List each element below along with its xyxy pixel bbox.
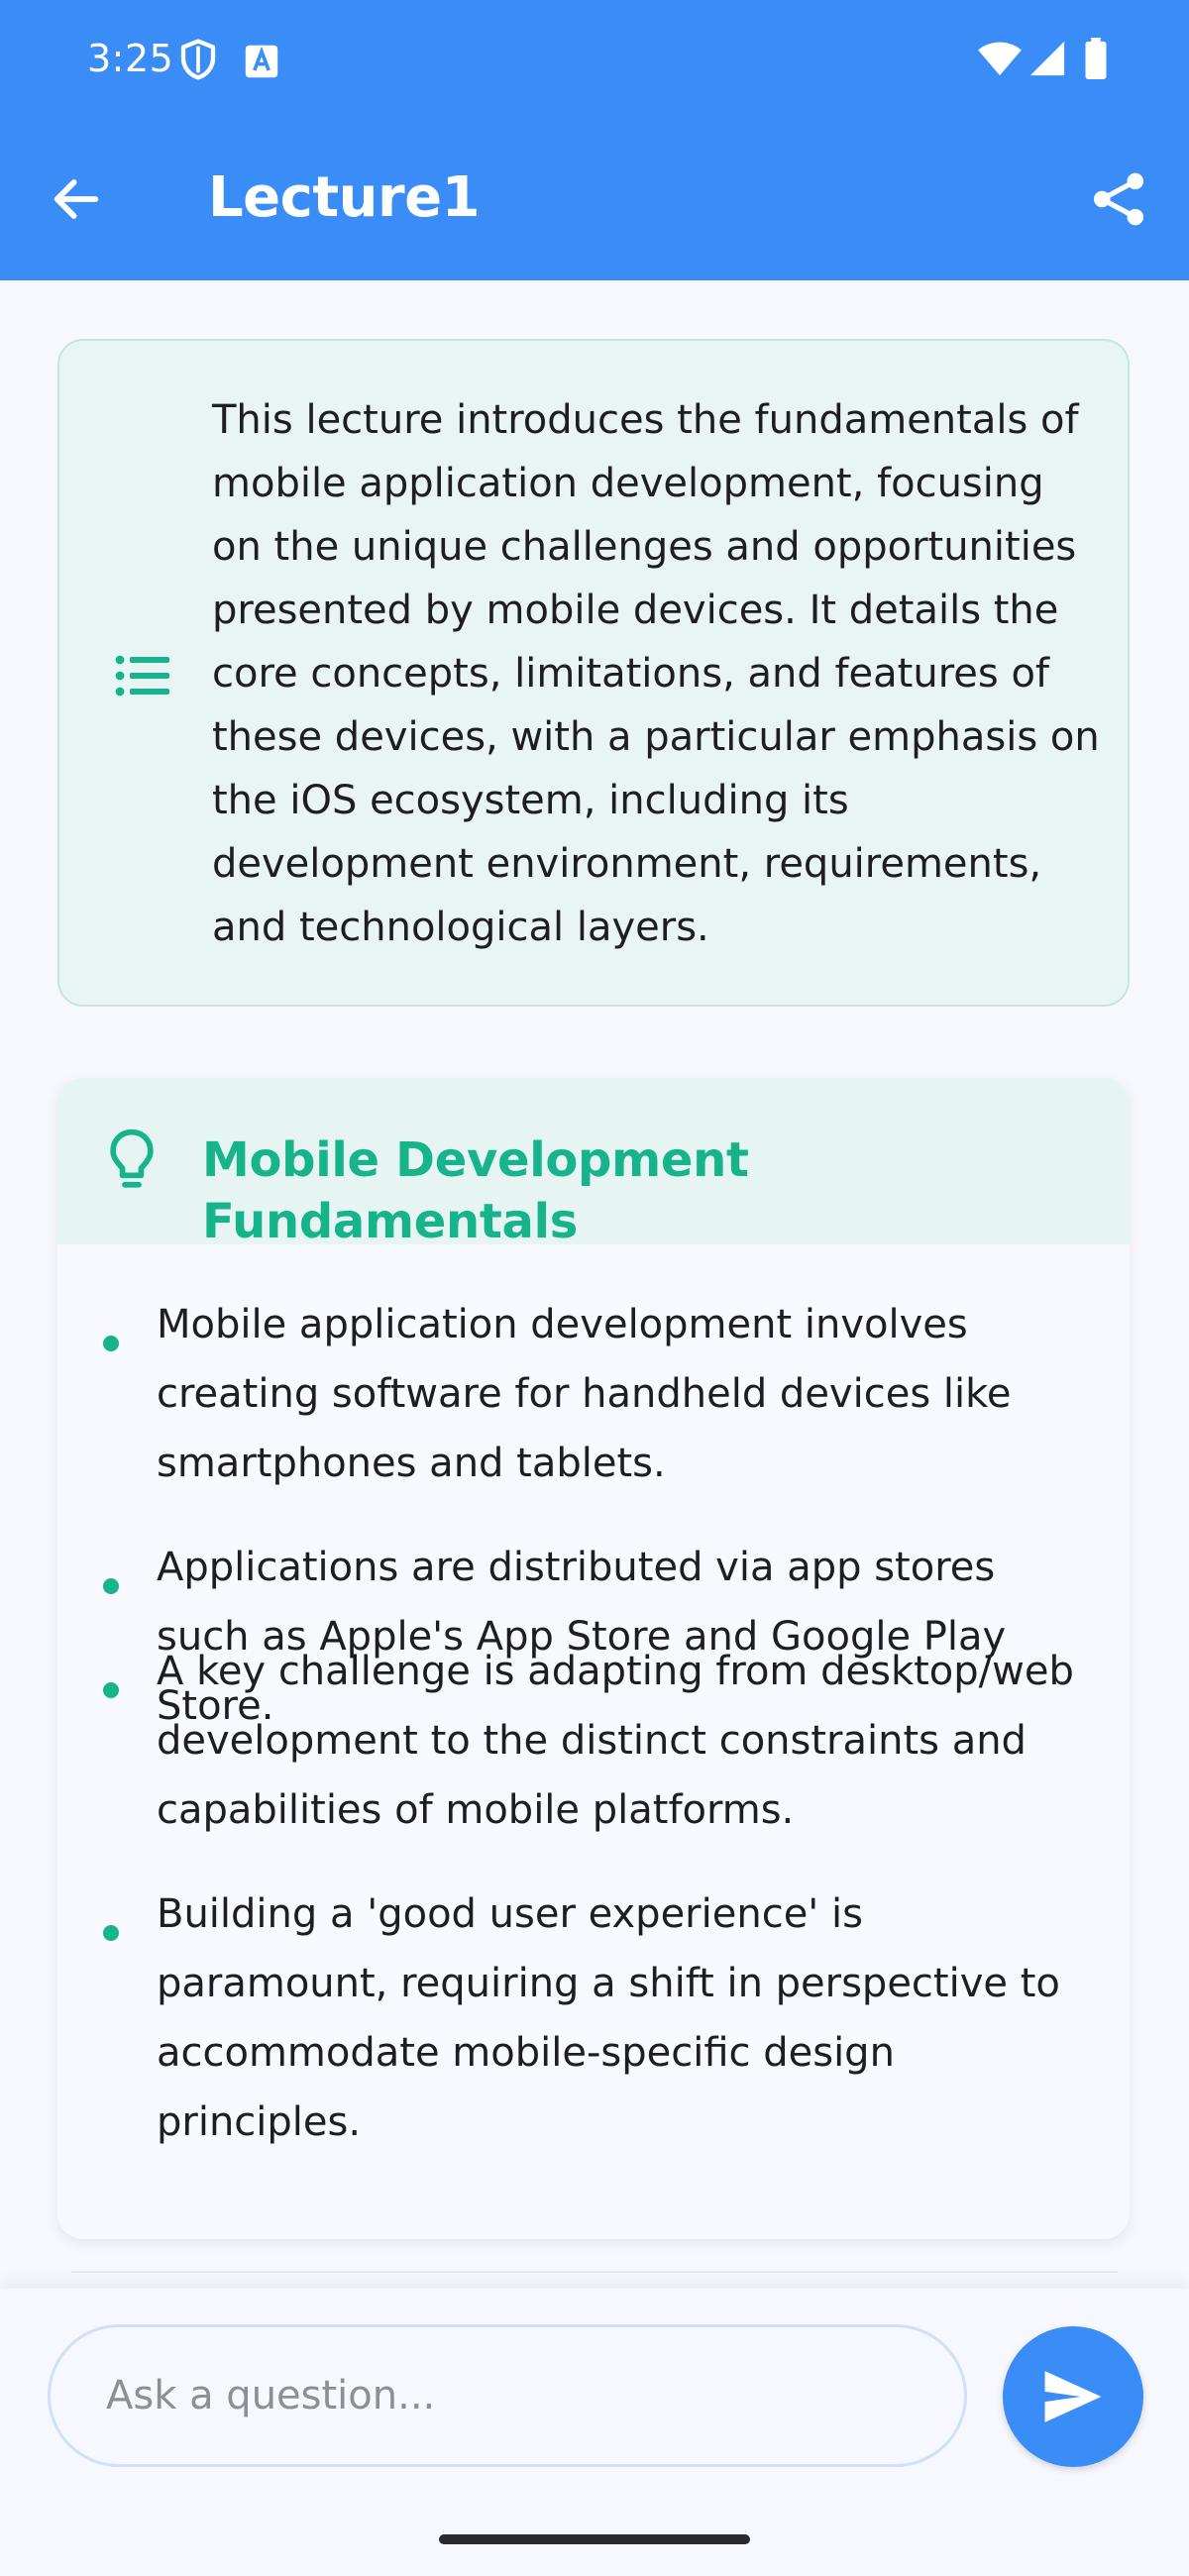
share-icon[interactable] xyxy=(1088,168,1149,230)
list-item: Building a 'good user experience' is par… xyxy=(57,1879,1130,2157)
shield-icon xyxy=(180,39,216,80)
home-indicator[interactable] xyxy=(439,2534,750,2544)
list-item: A key challenge is adapting from desktop… xyxy=(57,1637,1130,1845)
bullet-dot xyxy=(103,1925,119,1941)
app-bar: Lecture1 xyxy=(0,117,1189,280)
question-input[interactable] xyxy=(48,2324,967,2467)
wifi-icon xyxy=(978,42,1022,76)
bullet-dot xyxy=(103,1682,119,1698)
arrow-left-icon[interactable] xyxy=(48,170,105,228)
summary-card: This lecture introduces the fundamentals… xyxy=(57,339,1130,1007)
battery-icon xyxy=(1085,38,1107,79)
signal-icon xyxy=(1029,41,1065,76)
page-title: Lecture1 xyxy=(208,165,481,230)
lightbulb-icon xyxy=(110,1128,154,1188)
bullet-dot xyxy=(103,1578,119,1594)
question-input-bar xyxy=(0,2289,1189,2576)
bullet-text: A key challenge is adapting from desktop… xyxy=(157,1649,1074,1833)
section-header: Mobile Development Fundamentals xyxy=(57,1078,1130,1249)
list-icon xyxy=(115,655,169,697)
list-item: Mobile application development involves … xyxy=(57,1290,1130,1498)
bullet-text: Building a 'good user experience' is par… xyxy=(157,1891,1060,2145)
send-icon xyxy=(1044,2371,1102,2422)
bullet-dot xyxy=(103,1336,119,1351)
summary-text: This lecture introduces the fundamentals… xyxy=(212,397,1100,950)
send-button[interactable] xyxy=(1003,2326,1143,2467)
status-time: 3:25 xyxy=(87,37,174,80)
accessibility-a-icon xyxy=(245,45,278,78)
section-card: Mobile Development Fundamentals Mobile a… xyxy=(57,1078,1130,2239)
status-bar: 3:25 xyxy=(0,0,1189,117)
section-title: Mobile Development Fundamentals xyxy=(202,1132,749,1249)
bullet-text: Mobile application development involves … xyxy=(157,1302,1012,1486)
